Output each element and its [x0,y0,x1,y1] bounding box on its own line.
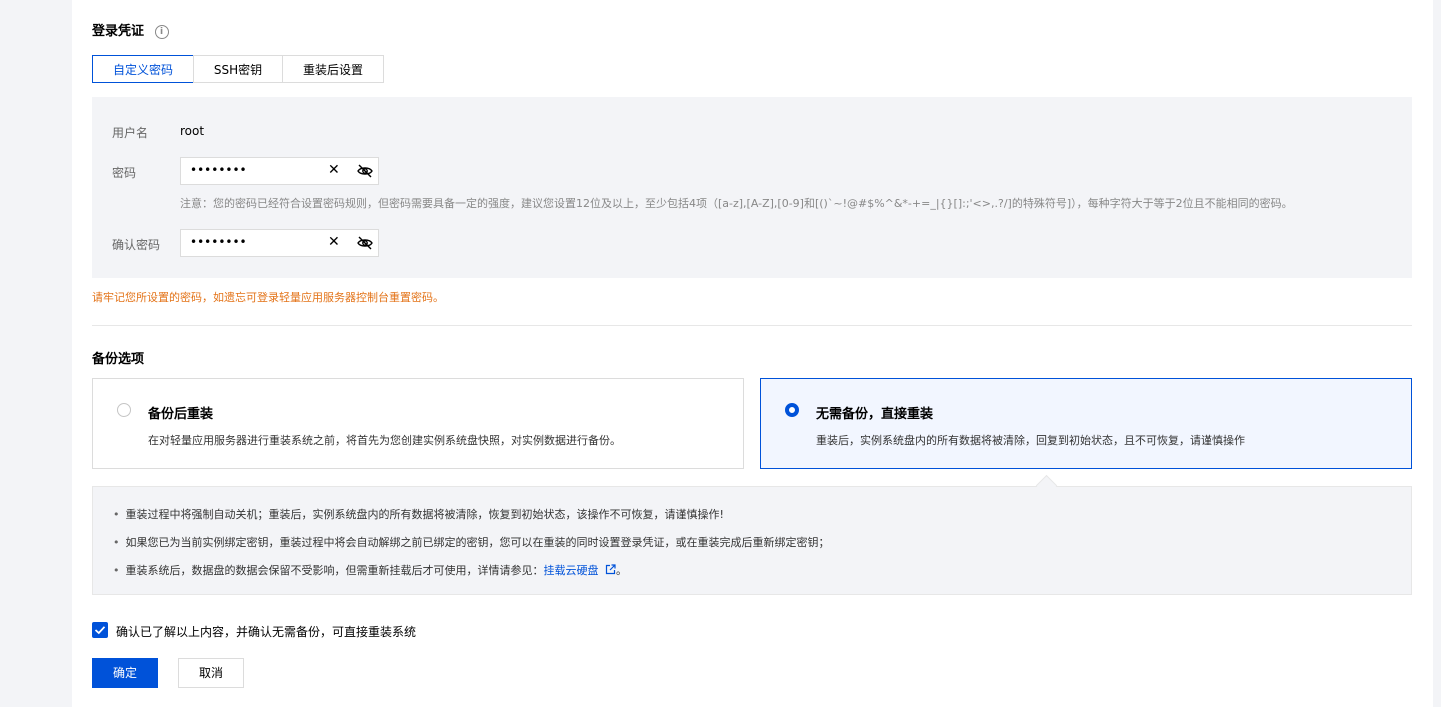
ok-button[interactable]: 确定 [92,658,158,688]
eye-off-icon[interactable] [357,236,373,253]
confirm-password-label: 确认密码 [112,238,161,252]
backup-option-backup-then-reinstall[interactable]: 备份后重装 在对轻量应用服务器进行重装系统之前，将首先为您创建实例系统盘快照，对… [92,378,744,469]
cancel-button[interactable]: 取消 [178,658,244,688]
confirm-checkbox-label[interactable]: 确认已了解以上内容，并确认无需备份，可直接重装系统 [116,623,416,640]
password-label: 密码 [112,166,137,180]
reinstall-notice: • 重装过程中将强制自动关机；重装后，实例系统盘内的所有数据将被清除，恢复到初始状… [92,486,1412,595]
confirm-password-mask: •••••••• [190,235,247,249]
tab-custom-password[interactable]: 自定义密码 [92,55,194,83]
bullet: • [113,536,120,549]
credentials-section-title: 登录凭证 i [92,20,169,39]
backup-option-title: 无需备份，直接重装 [816,407,934,422]
notice-text: 重装系统后，数据盘的数据会保留不受影响，但需重新挂载后才可使用，详情请参见： [125,564,544,577]
clear-icon[interactable]: ✕ [328,234,340,250]
info-icon[interactable]: i [154,25,169,39]
eye-off-icon[interactable] [357,164,373,181]
notice-text: 如果您已为当前实例绑定密钥，重装过程中将会自动解绑之前已绑定的密钥，您可以在重装… [125,536,830,549]
confirm-password-field[interactable]: •••••••• ✕ [180,229,379,257]
clear-icon[interactable]: ✕ [328,162,340,178]
password-warning: 请牢记您所设置的密码，如遗忘可登录轻量应用服务器控制台重置密码。 [92,291,444,304]
bullet: • [113,564,120,577]
username-label: 用户名 [112,126,149,140]
mount-disk-link[interactable]: 挂载云硬盘 [544,564,599,577]
reinstall-panel: 登录凭证 i 自定义密码 SSH密钥 重装后设置 用户名 root 密码 •••… [72,0,1433,707]
notice-suffix: 。 [616,564,627,577]
credentials-form: 用户名 root 密码 •••••••• ✕ 注意：您的密码已经符合设置密码规则… [92,97,1412,278]
external-link-icon[interactable] [605,564,616,578]
section-divider [92,325,1412,326]
backup-option-desc: 在对轻量应用服务器进行重装系统之前，将首先为您创建实例系统盘快照，对实例数据进行… [148,434,621,447]
password-hint: 注意：您的密码已经符合设置密码规则，但密码需要具备一定的强度，建议您设置12位及… [180,197,1293,210]
tab-ssh-key[interactable]: SSH密钥 [193,55,283,83]
notice-item: • 重装系统后，数据盘的数据会保留不受影响，但需重新挂载后才可使用，详情请参见：挂… [113,562,627,578]
username-value: root [180,124,205,138]
confirm-checkbox[interactable] [92,622,108,638]
password-mask: •••••••• [190,163,247,177]
checkmark-icon [94,626,106,635]
backup-option-desc: 重装后，实例系统盘内的所有数据将被清除，回复到初始状态，且不可恢复，请谨慎操作 [816,434,1245,447]
backup-option-title: 备份后重装 [148,407,214,422]
backup-option-no-backup[interactable]: 无需备份，直接重装 重装后，实例系统盘内的所有数据将被清除，回复到初始状态，且不… [760,378,1412,469]
bullet: • [113,508,120,521]
radio-unchecked[interactable] [117,403,131,417]
notice-text: 重装过程中将强制自动关机；重装后，实例系统盘内的所有数据将被清除，恢复到初始状态… [125,508,724,521]
credentials-title: 登录凭证 [92,24,145,39]
radio-checked[interactable] [785,403,799,417]
password-field[interactable]: •••••••• ✕ [180,157,379,185]
notice-item: • 如果您已为当前实例绑定密钥，重装过程中将会自动解绑之前已绑定的密钥，您可以在重… [113,534,830,550]
backup-section-title: 备份选项 [92,352,145,367]
tab-post-reinstall-settings[interactable]: 重装后设置 [282,55,384,83]
notice-item: • 重装过程中将强制自动关机；重装后，实例系统盘内的所有数据将被清除，恢复到初始状… [113,506,724,522]
